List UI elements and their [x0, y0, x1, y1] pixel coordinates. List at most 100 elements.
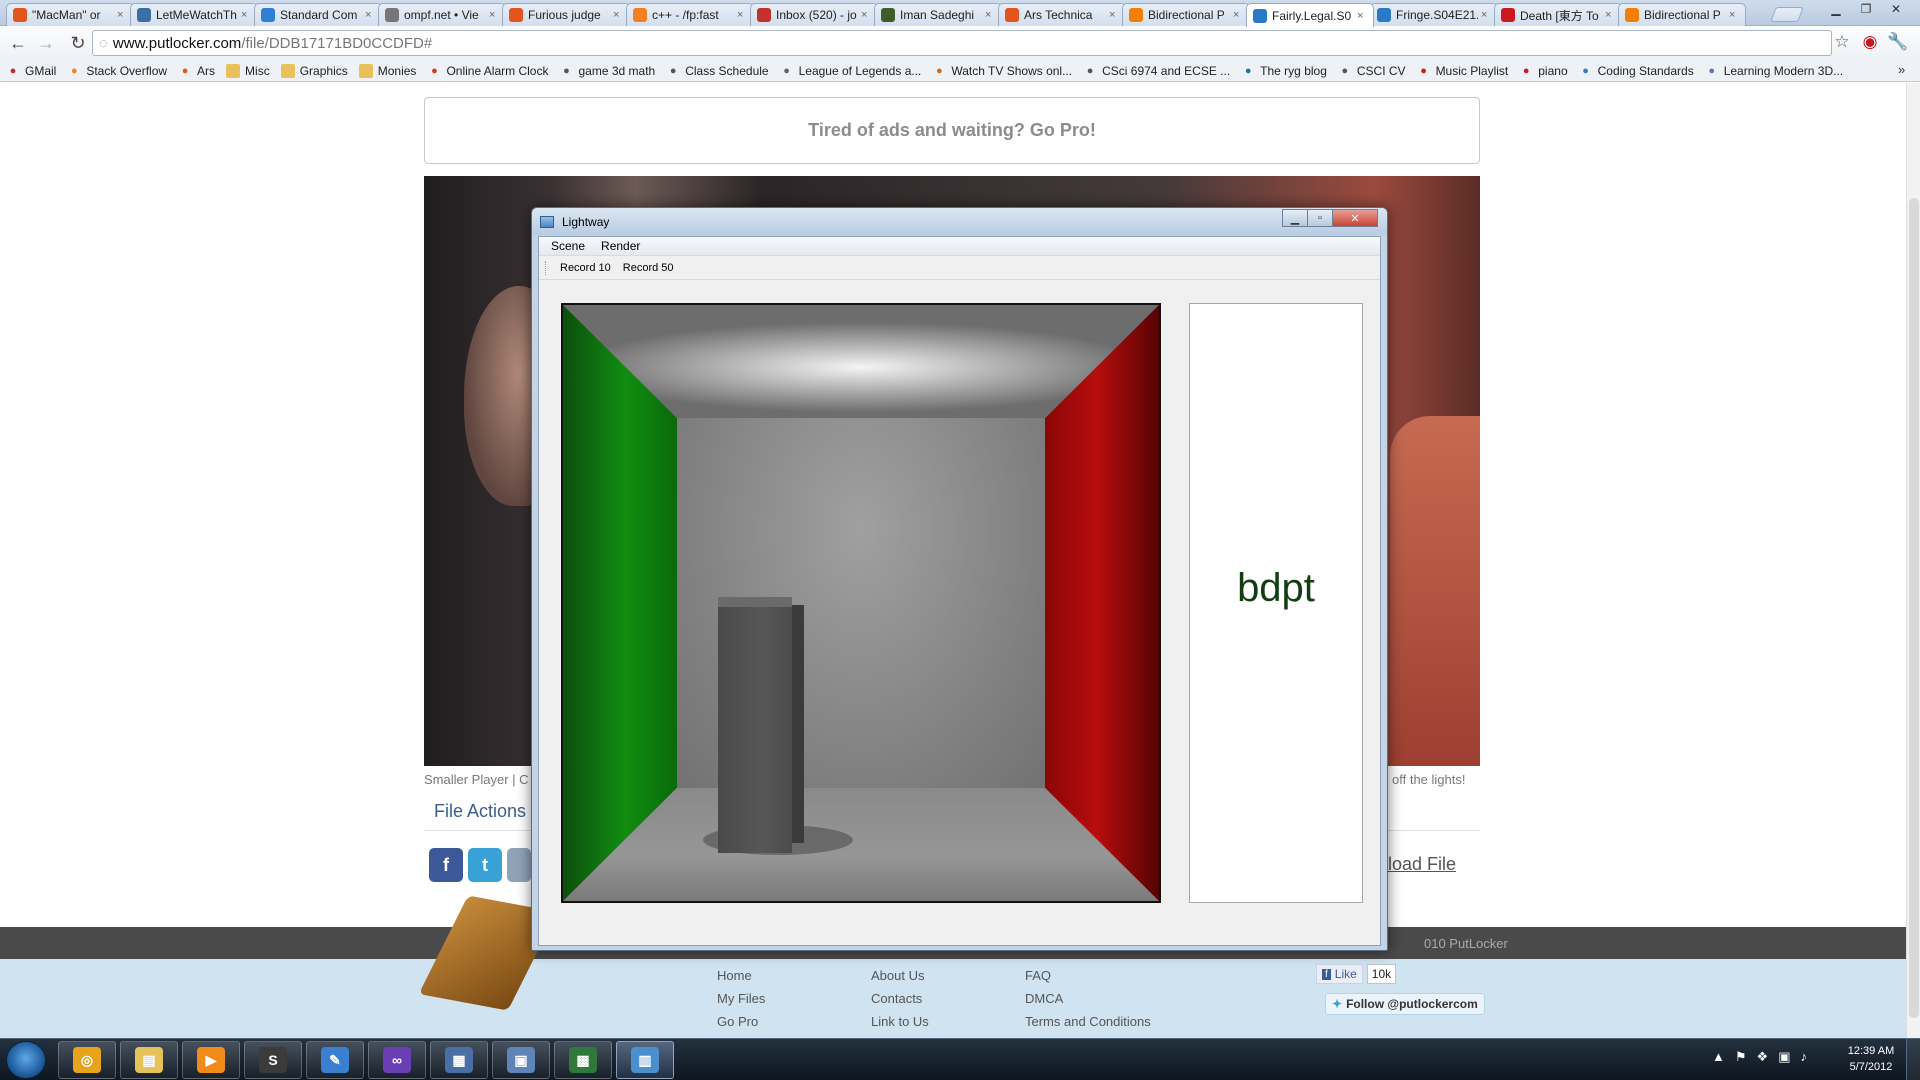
taskbar-sublime-button[interactable]: S [244, 1041, 302, 1079]
tab-close-icon[interactable]: × [1605, 9, 1615, 21]
footer-link[interactable]: Contacts [871, 991, 922, 1006]
taskbar-explorer-button[interactable]: ▤ [120, 1041, 178, 1079]
browser-tab[interactable]: Bidirectional P × [1122, 3, 1250, 26]
browser-tab[interactable]: Iman Sadeghi × [874, 3, 1002, 26]
browser-tab[interactable]: ompf.net • Vie × [378, 3, 506, 26]
new-tab-button[interactable] [1770, 7, 1804, 22]
back-icon[interactable]: ← [4, 29, 32, 57]
menu-render[interactable]: Render [593, 239, 648, 253]
footer-link[interactable]: DMCA [1025, 991, 1063, 1006]
tab-close-icon[interactable]: × [241, 9, 251, 21]
tab-close-icon[interactable]: × [489, 9, 499, 21]
render-viewport[interactable] [561, 303, 1161, 903]
bookmark-item[interactable]: ● Coding Standards [1579, 64, 1693, 78]
record-10-button[interactable]: Record 10 [554, 262, 617, 274]
menu-scene[interactable]: Scene [543, 239, 593, 253]
tray-expand-icon[interactable]: ▲ [1712, 1049, 1725, 1065]
bookmark-item[interactable]: ● League of Legends a... [780, 64, 921, 78]
browser-tab[interactable]: Standard Com × [254, 3, 382, 26]
bookmark-item[interactable]: ● Music Playlist [1417, 64, 1508, 78]
footer-link[interactable]: Home [717, 968, 752, 983]
facebook-icon[interactable]: f [429, 848, 463, 882]
browser-tab[interactable]: Inbox (520) - jo × [750, 3, 878, 26]
tab-close-icon[interactable]: × [1481, 9, 1491, 21]
browser-tab[interactable]: Death [東方 To × [1494, 3, 1622, 26]
dropbox-icon[interactable]: ❖ [1757, 1049, 1769, 1065]
footer-link[interactable]: About Us [871, 968, 924, 983]
taskbar-lightway-button[interactable]: ▥ [616, 1041, 674, 1079]
turn-off-lights-link[interactable]: off the lights! [1392, 772, 1465, 787]
tab-close-icon[interactable]: × [117, 9, 127, 21]
bookmark-item[interactable]: ● CSci 6974 and ECSE ... [1083, 64, 1230, 78]
toolbar-grip[interactable] [545, 261, 548, 275]
browser-tab[interactable]: Furious judge × [502, 3, 630, 26]
go-pro-banner[interactable]: Tired of ads and waiting? Go Pro! [424, 97, 1480, 164]
footer-link[interactable]: Go Pro [717, 1014, 758, 1029]
wrench-icon[interactable]: 🔧 [1886, 30, 1910, 54]
bookmark-item[interactable]: ● Class Schedule [666, 64, 769, 78]
player-size-links[interactable]: Smaller Player | C [424, 772, 529, 787]
record-50-button[interactable]: Record 50 [617, 262, 680, 274]
minimize-icon[interactable]: ▁ [1282, 209, 1308, 227]
address-bar[interactable]: ◌ www.putlocker.com/file/DDB17171BD0CCDF… [92, 30, 1832, 56]
browser-tab[interactable]: Ars Technica × [998, 3, 1126, 26]
footer-link[interactable]: My Files [717, 991, 765, 1006]
network-icon[interactable]: ▣ [1778, 1049, 1790, 1065]
close-icon[interactable]: ✕ [1332, 209, 1378, 227]
volume-icon[interactable]: ♪ [1800, 1049, 1807, 1065]
tab-close-icon[interactable]: × [985, 9, 995, 21]
tab-close-icon[interactable]: × [365, 9, 375, 21]
bookmarks-overflow-icon[interactable]: » [1898, 62, 1905, 77]
footer-link[interactable]: Terms and Conditions [1025, 1014, 1151, 1029]
bookmark-item[interactable]: ● Ars [178, 64, 215, 78]
bookmark-item[interactable]: ● Watch TV Shows onl... [932, 64, 1072, 78]
maximize-icon[interactable]: ▫ [1307, 209, 1333, 227]
bookmark-item[interactable]: ● Stack Overflow [67, 64, 167, 78]
reload-icon[interactable]: ↻ [64, 29, 92, 57]
taskbar-app-7-button[interactable]: ▦ [430, 1041, 488, 1079]
clock[interactable]: 12:39 AM 5/7/2012 [1838, 1043, 1904, 1075]
bookmark-item[interactable]: ● The ryg blog [1241, 64, 1327, 78]
star-icon[interactable]: ☆ [1830, 30, 1854, 54]
tab-close-icon[interactable]: × [613, 9, 623, 21]
bookmark-item[interactable]: ● piano [1519, 64, 1568, 78]
show-desktop-button[interactable] [1906, 1039, 1920, 1080]
tab-close-icon[interactable]: × [737, 9, 747, 21]
bookmark-item[interactable]: ● Learning Modern 3D... [1705, 64, 1843, 78]
browser-tab[interactable]: Fringe.S04E21. × [1370, 3, 1498, 26]
download-file-link[interactable]: load File [1388, 854, 1456, 875]
browser-tab[interactable]: Bidirectional P × [1618, 3, 1746, 26]
taskbar-chrome-button[interactable]: ◎ [58, 1041, 116, 1079]
flag-icon[interactable]: ⚑ [1735, 1049, 1747, 1065]
close-icon[interactable]: ✕ [1882, 0, 1910, 18]
bookmark-item[interactable]: ▭ Misc [226, 63, 270, 78]
minimize-icon[interactable]: ▁ [1822, 0, 1850, 18]
bookmark-item[interactable]: ● Online Alarm Clock [427, 64, 548, 78]
tab-close-icon[interactable]: × [1109, 9, 1119, 21]
lightway-titlebar[interactable]: Lightway [532, 208, 1387, 235]
page-scrollbar[interactable] [1906, 83, 1920, 1038]
footer-link[interactable]: Link to Us [871, 1014, 929, 1029]
twitter-follow-button[interactable]: ✦ Follow @putlockercom [1325, 993, 1485, 1015]
twitter-icon[interactable]: t [468, 848, 502, 882]
browser-tab[interactable]: Fairly.Legal.S0 × [1246, 3, 1374, 27]
browser-tab[interactable]: c++ - /fp:fast × [626, 3, 754, 26]
facebook-like-widget[interactable]: f Like 10k [1316, 964, 1397, 984]
share-icon[interactable] [507, 848, 531, 882]
facebook-like-button[interactable]: f Like [1316, 964, 1363, 984]
start-button[interactable] [6, 1041, 46, 1079]
browser-tab[interactable]: LetMeWatchTh × [130, 3, 258, 26]
taskbar-visual-studio-button[interactable]: ∞ [368, 1041, 426, 1079]
taskbar-app-9-button[interactable]: ▩ [554, 1041, 612, 1079]
taskbar-app-8-button[interactable]: ▣ [492, 1041, 550, 1079]
footer-link[interactable]: FAQ [1025, 968, 1051, 983]
adblock-icon[interactable]: ◉ [1858, 30, 1882, 54]
browser-tab[interactable]: "MacMan" or × [6, 3, 134, 26]
scrollbar-thumb[interactable] [1909, 198, 1919, 1018]
bookmark-item[interactable]: ▭ Monies [358, 63, 416, 78]
bookmark-item[interactable]: ▭ Graphics [280, 63, 348, 78]
bookmark-item[interactable]: ● game 3d math [559, 64, 655, 78]
forward-icon[interactable]: → [32, 29, 60, 57]
tab-close-icon[interactable]: × [1729, 9, 1739, 21]
bookmark-item[interactable]: ● CSCI CV [1338, 64, 1406, 78]
